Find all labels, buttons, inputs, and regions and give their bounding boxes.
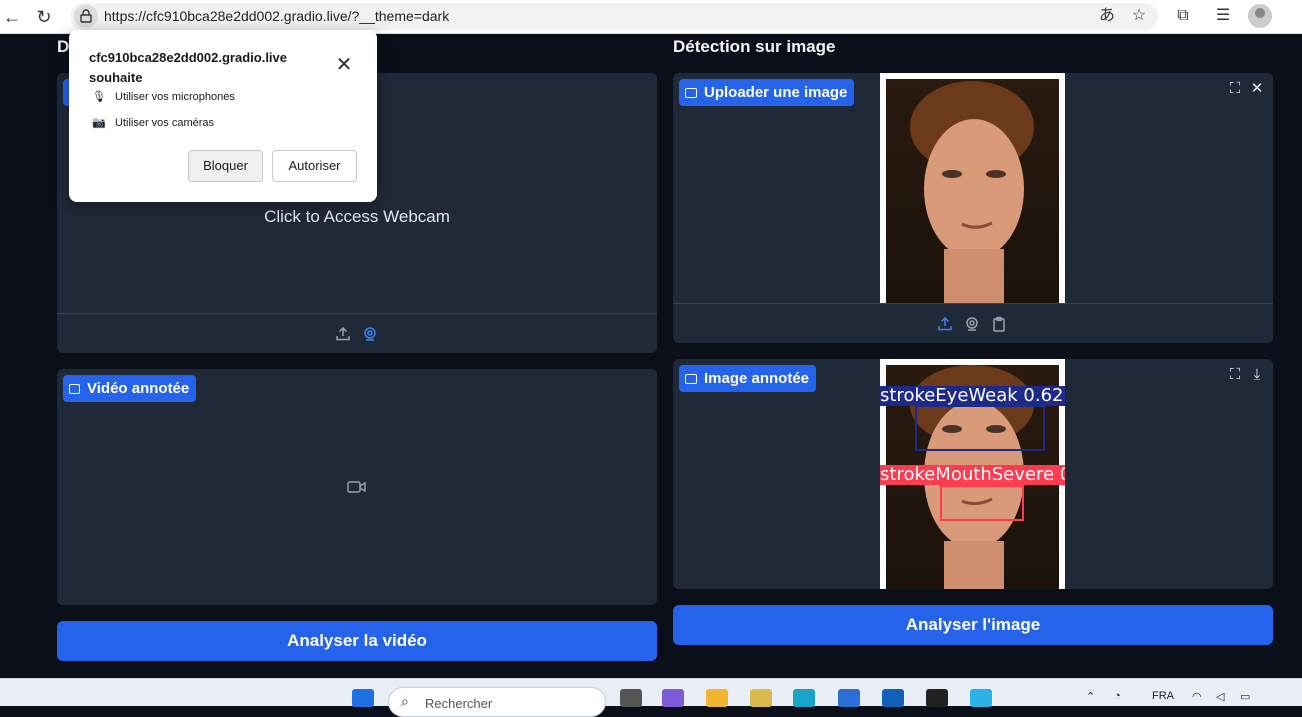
perm-cam-label: Utiliser vos caméras [115, 117, 215, 129]
left-heading: D [57, 37, 70, 56]
windows-taskbar: ⌕ Rechercher ⌃ ◔ FRA ◠ ◁ ▭ [0, 678, 1302, 717]
task-view-icon[interactable] [620, 689, 642, 707]
perm-microphone: 🎙 Utiliser vos microphones [91, 90, 235, 103]
image-detection-heading: Détection sur image [673, 37, 836, 56]
popup-site-name: cfc910bca28e2dd002.gradio.live [89, 50, 288, 65]
notepad-icon[interactable] [750, 689, 772, 707]
volume-icon[interactable]: ◁ [1216, 690, 1224, 703]
site-info-icon[interactable] [74, 5, 98, 28]
camera-icon: 📷 [92, 117, 106, 129]
mouth-detection-box [940, 485, 1024, 521]
upload-image-badge: Uploader une image [679, 79, 855, 106]
start-icon[interactable] [352, 689, 374, 707]
taskbar-search[interactable]: ⌕ Rechercher [388, 687, 606, 717]
search-icon: ⌕ [401, 693, 409, 709]
store-icon[interactable] [838, 689, 860, 707]
face-illustration [910, 81, 1034, 303]
image-icon [685, 88, 697, 98]
mouth-detection-label: strokeMouthSevere 0.75 [880, 465, 1065, 485]
browser-toolbar: ← ↻ https://cfc910bca28e2dd002.gradio.li… [0, 0, 1302, 34]
upload-icon[interactable] [335, 326, 351, 342]
webcam-icon[interactable] [362, 326, 378, 342]
close-icon[interactable]: ✕ [1249, 81, 1265, 97]
wifi-icon[interactable]: ◠ [1192, 690, 1202, 703]
upload-icon[interactable] [937, 316, 953, 332]
favorites-icon[interactable]: ☰ [1212, 5, 1234, 27]
favorite-star-icon[interactable]: ☆ [1128, 5, 1150, 27]
extensions-icon[interactable]: ⧉ [1172, 5, 1194, 27]
read-aloud-icon[interactable]: あ [1096, 5, 1118, 27]
tray-chevron-icon[interactable]: ⌃ [1086, 690, 1095, 703]
language-indicator[interactable]: FRA [1152, 690, 1174, 702]
popup-wants-text: souhaite [89, 70, 143, 85]
search-placeholder: Rechercher [425, 696, 493, 711]
annotated-image-badge: Image annotée [679, 365, 817, 392]
edge-icon[interactable] [793, 689, 815, 707]
reload-icon[interactable]: ↻ [32, 5, 56, 29]
upload-image-label: Uploader une image [704, 84, 848, 101]
app-icon[interactable] [970, 689, 992, 707]
clipboard-icon[interactable] [991, 316, 1007, 332]
webcam-prompt[interactable]: Click to Access Webcam [57, 207, 657, 227]
uploaded-face-image [880, 73, 1065, 303]
analyze-image-button[interactable]: Analyser l'image [673, 605, 1273, 645]
fullscreen-icon[interactable]: ⛶ [1227, 81, 1243, 97]
upload-panel-footer [673, 303, 1273, 343]
fullscreen-icon[interactable]: ⛶ [1227, 367, 1243, 383]
annotated-image-panel: strokeEyeWeak 0.62 strokeMouthSevere 0.7… [673, 359, 1273, 589]
terminal-icon[interactable] [926, 689, 948, 707]
annotated-face-image: strokeEyeWeak 0.62 strokeMouthSevere 0.7… [880, 359, 1065, 589]
perm-mic-label: Utiliser vos microphones [115, 91, 235, 103]
permission-popup: cfc910bca28e2dd002.gradio.live souhaite … [69, 30, 377, 202]
webcam-panel-footer [57, 313, 657, 353]
annotated-video-label: Vidéo annotée [87, 380, 190, 397]
allow-button[interactable]: Autoriser [272, 150, 357, 182]
perm-camera: 📷 Utiliser vos caméras [91, 116, 214, 129]
eye-detection-box [915, 405, 1045, 451]
image-icon [685, 374, 697, 384]
network-tray-icon[interactable]: ◔ [1114, 690, 1121, 702]
outlook-icon[interactable] [882, 689, 904, 707]
download-icon[interactable]: ⤓ [1249, 367, 1265, 383]
address-bar[interactable]: https://cfc910bca28e2dd002.gradio.live/?… [70, 3, 1158, 30]
popup-site: cfc910bca28e2dd002.gradio.live souhaite [89, 48, 287, 88]
copilot-icon[interactable] [662, 689, 684, 707]
eye-detection-label: strokeEyeWeak 0.62 [880, 386, 1065, 406]
url-text: https://cfc910bca28e2dd002.gradio.live/?… [104, 8, 450, 24]
annotated-video-panel: Vidéo annotée [57, 369, 657, 605]
video-icon [69, 384, 80, 394]
file-explorer-icon[interactable] [706, 689, 728, 707]
upload-image-panel: Uploader une image ⛶ ✕ [673, 73, 1273, 343]
battery-icon[interactable]: ▭ [1240, 690, 1250, 703]
block-button[interactable]: Bloquer [188, 150, 263, 182]
annotated-image-label: Image annotée [704, 370, 810, 387]
annotated-video-badge: Vidéo annotée [63, 375, 197, 402]
microphone-icon: 🎙 [92, 91, 106, 103]
webcam-icon[interactable] [964, 316, 980, 332]
analyze-video-button[interactable]: Analyser la vidéo [57, 621, 657, 661]
popup-close-icon[interactable]: ✕ [335, 55, 353, 75]
back-icon[interactable]: ← [0, 5, 24, 29]
video-placeholder-icon [347, 481, 366, 493]
profile-avatar[interactable] [1248, 4, 1272, 28]
